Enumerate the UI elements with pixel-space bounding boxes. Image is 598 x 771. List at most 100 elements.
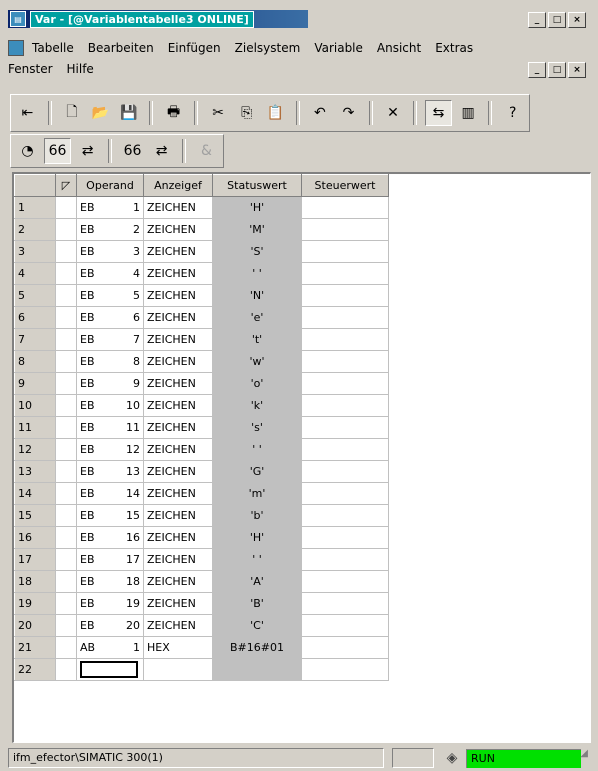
title-bar[interactable]: ▤ Var - [@Variablentabelle3 ONLINE] _ □ …: [4, 8, 594, 30]
display-format-cell[interactable]: ZEICHEN: [143, 306, 213, 329]
control-value-cell[interactable]: [301, 196, 389, 219]
maximize-button[interactable]: □: [548, 12, 566, 28]
operand-cell[interactable]: EB 3: [76, 240, 144, 263]
table-row[interactable]: 1 EB 1 ZEICHEN 'H': [14, 196, 389, 219]
resize-grip-icon[interactable]: ◢: [580, 748, 588, 759]
control-value-cell[interactable]: [301, 328, 389, 351]
table-row[interactable]: 7 EB 7 ZEICHEN 't': [14, 328, 389, 351]
display-format-cell[interactable]: ZEICHEN: [143, 592, 213, 615]
row-number[interactable]: 20: [14, 614, 56, 637]
doc-close-button[interactable]: ×: [568, 62, 586, 78]
table-row[interactable]: 6 EB 6 ZEICHEN 'e': [14, 306, 389, 329]
table-row[interactable]: 9 EB 9 ZEICHEN 'o': [14, 372, 389, 395]
table-row[interactable]: 20 EB 20 ZEICHEN 'C': [14, 614, 389, 637]
row-number[interactable]: 14: [14, 482, 56, 505]
delete-button[interactable]: ✕: [381, 101, 406, 125]
monitor-once-button[interactable]: 66: [120, 139, 145, 163]
table-row[interactable]: 11 EB 11 ZEICHEN 's': [14, 416, 389, 439]
redo-button[interactable]: ↷: [336, 101, 361, 125]
display-format-cell[interactable]: ZEICHEN: [143, 570, 213, 593]
control-value-cell[interactable]: [301, 592, 389, 615]
menu-fenster[interactable]: Fenster: [8, 62, 53, 76]
document-icon[interactable]: [8, 40, 24, 56]
display-format-cell[interactable]: ZEICHEN: [143, 350, 213, 373]
control-value-cell[interactable]: [301, 636, 389, 659]
header-statuswert[interactable]: Statuswert: [212, 174, 302, 197]
menu-hilfe[interactable]: Hilfe: [67, 62, 94, 76]
display-format-cell[interactable]: ZEICHEN: [143, 482, 213, 505]
row-number[interactable]: 8: [14, 350, 56, 373]
control-value-cell[interactable]: [301, 394, 389, 417]
operand-cell[interactable]: EB 7: [76, 328, 144, 351]
online-button[interactable]: ⇆: [425, 100, 452, 126]
operand-cell[interactable]: EB 19: [76, 592, 144, 615]
display-format-cell[interactable]: ZEICHEN: [143, 284, 213, 307]
operand-cell[interactable]: EB 17: [76, 548, 144, 571]
monitor-button[interactable]: ◔: [15, 139, 40, 163]
table-row[interactable]: 12 EB 12 ZEICHEN ' ': [14, 438, 389, 461]
operand-cell[interactable]: EB 5: [76, 284, 144, 307]
active-input-cell[interactable]: [80, 661, 138, 678]
display-format-cell[interactable]: ZEICHEN: [143, 614, 213, 637]
operand-cell[interactable]: EB 14: [76, 482, 144, 505]
menu-einfuegen[interactable]: Einfügen: [168, 41, 221, 55]
display-format-cell[interactable]: [143, 658, 213, 681]
display-format-cell[interactable]: ZEICHEN: [143, 240, 213, 263]
undo-button[interactable]: ↶: [308, 101, 333, 125]
open-button[interactable]: 📂: [88, 101, 113, 125]
operand-cell[interactable]: EB 10: [76, 394, 144, 417]
operand-cell[interactable]: EB 2: [76, 218, 144, 241]
display-format-cell[interactable]: ZEICHEN: [143, 372, 213, 395]
row-number[interactable]: 7: [14, 328, 56, 351]
row-number[interactable]: 22: [14, 658, 56, 681]
row-number[interactable]: 19: [14, 592, 56, 615]
control-value-cell[interactable]: [301, 306, 389, 329]
row-number[interactable]: 1: [14, 196, 56, 219]
display-format-cell[interactable]: ZEICHEN: [143, 460, 213, 483]
display-format-cell[interactable]: HEX: [143, 636, 213, 659]
paste-button[interactable]: 📋: [263, 101, 288, 125]
row-number[interactable]: 15: [14, 504, 56, 527]
table-row[interactable]: 19 EB 19 ZEICHEN 'B': [14, 592, 389, 615]
control-value-cell[interactable]: [301, 570, 389, 593]
help-button[interactable]: ?: [500, 101, 525, 125]
table-row[interactable]: 21 AB 1 HEX B#16#01: [14, 636, 389, 659]
control-value-cell[interactable]: [301, 218, 389, 241]
print-button[interactable]: 🖶: [161, 101, 186, 125]
operand-cell[interactable]: EB 13: [76, 460, 144, 483]
display-format-cell[interactable]: ZEICHEN: [143, 196, 213, 219]
table-row[interactable]: 3 EB 3 ZEICHEN 'S': [14, 240, 389, 263]
module-button[interactable]: ▥: [456, 101, 481, 125]
row-number[interactable]: 10: [14, 394, 56, 417]
display-format-cell[interactable]: ZEICHEN: [143, 328, 213, 351]
display-format-cell[interactable]: ZEICHEN: [143, 416, 213, 439]
table-row[interactable]: 15 EB 15 ZEICHEN 'b': [14, 504, 389, 527]
display-format-cell[interactable]: ZEICHEN: [143, 548, 213, 571]
menu-ansicht[interactable]: Ansicht: [377, 41, 421, 55]
control-value-cell[interactable]: [301, 416, 389, 439]
row-number[interactable]: 17: [14, 548, 56, 571]
row-number[interactable]: 13: [14, 460, 56, 483]
save-button[interactable]: 💾: [117, 101, 142, 125]
row-number[interactable]: 2: [14, 218, 56, 241]
control-value-cell[interactable]: [301, 548, 389, 571]
header-operand[interactable]: Operand: [76, 174, 144, 197]
table-row[interactable]: 2 EB 2 ZEICHEN 'M': [14, 218, 389, 241]
activate-button[interactable]: &: [194, 139, 219, 163]
doc-minimize-button[interactable]: _: [528, 62, 546, 78]
table-row[interactable]: 4 EB 4 ZEICHEN ' ': [14, 262, 389, 285]
operand-cell[interactable]: EB 18: [76, 570, 144, 593]
operand-cell[interactable]: EB 4: [76, 262, 144, 285]
table-row[interactable]: 13 EB 13 ZEICHEN 'G': [14, 460, 389, 483]
operand-cell[interactable]: EB 1: [76, 196, 144, 219]
control-value-cell[interactable]: [301, 372, 389, 395]
table-row[interactable]: 17 EB 17 ZEICHEN ' ': [14, 548, 389, 571]
operand-cell[interactable]: EB 9: [76, 372, 144, 395]
control-value-cell[interactable]: [301, 350, 389, 373]
minimize-button[interactable]: _: [528, 12, 546, 28]
display-format-cell[interactable]: ZEICHEN: [143, 504, 213, 527]
row-number[interactable]: 21: [14, 636, 56, 659]
display-format-cell[interactable]: ZEICHEN: [143, 394, 213, 417]
app-icon[interactable]: ▤: [10, 11, 26, 27]
control-value-cell[interactable]: [301, 504, 389, 527]
